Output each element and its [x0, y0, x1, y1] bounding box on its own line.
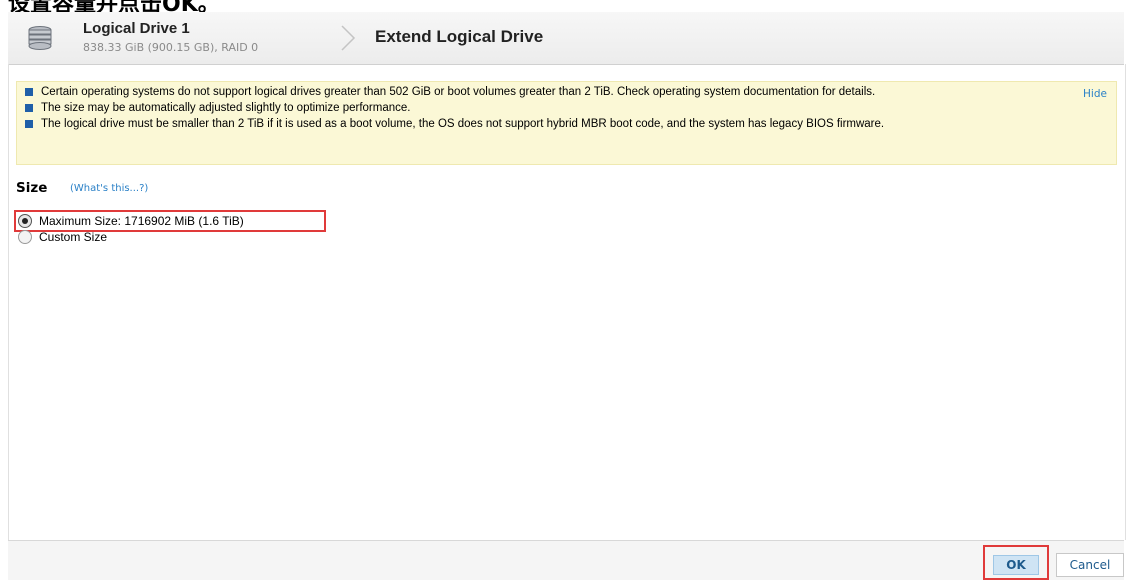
- hide-link[interactable]: Hide: [1083, 88, 1107, 100]
- notice-text: Certain operating systems do not support…: [41, 86, 876, 98]
- bullet-icon: [25, 120, 33, 128]
- size-heading: Size: [16, 180, 48, 196]
- drive-details: 838.33 GiB (900.15 GB), RAID 0: [83, 41, 259, 54]
- whats-this-link[interactable]: (What's this...?): [70, 183, 148, 194]
- custom-size-radio[interactable]: [18, 230, 32, 244]
- page-title: Extend Logical Drive: [375, 27, 544, 46]
- footer-bar: [8, 540, 1124, 580]
- caption-text: 设置容量并点击OK。: [8, 0, 220, 12]
- drive-name: Logical Drive 1: [83, 20, 190, 37]
- ok-button-highlight: [983, 545, 1049, 580]
- header: Logical Drive 1 838.33 GiB (900.15 GB), …: [8, 12, 1124, 65]
- warning-notice: Certain operating systems do not support…: [16, 81, 1117, 165]
- bullet-icon: [25, 104, 33, 112]
- notice-text: The size may be automatically adjusted s…: [41, 102, 411, 114]
- notice-text: The logical drive must be smaller than 2…: [41, 118, 885, 130]
- notice-item: The size may be automatically adjusted s…: [25, 102, 1055, 114]
- bullet-icon: [25, 88, 33, 96]
- notice-item: The logical drive must be smaller than 2…: [25, 118, 1055, 130]
- logical-drive-icon: [28, 26, 52, 50]
- notice-list: Certain operating systems do not support…: [25, 86, 1055, 134]
- cancel-button[interactable]: Cancel: [1056, 553, 1124, 577]
- caption-strip: 设置容量并点击OK。: [0, 0, 1130, 12]
- chevron-right-icon: [341, 25, 356, 51]
- custom-size-label[interactable]: Custom Size: [39, 230, 107, 244]
- custom-size-option[interactable]: Custom Size: [18, 229, 107, 245]
- notice-item: Certain operating systems do not support…: [25, 86, 1055, 98]
